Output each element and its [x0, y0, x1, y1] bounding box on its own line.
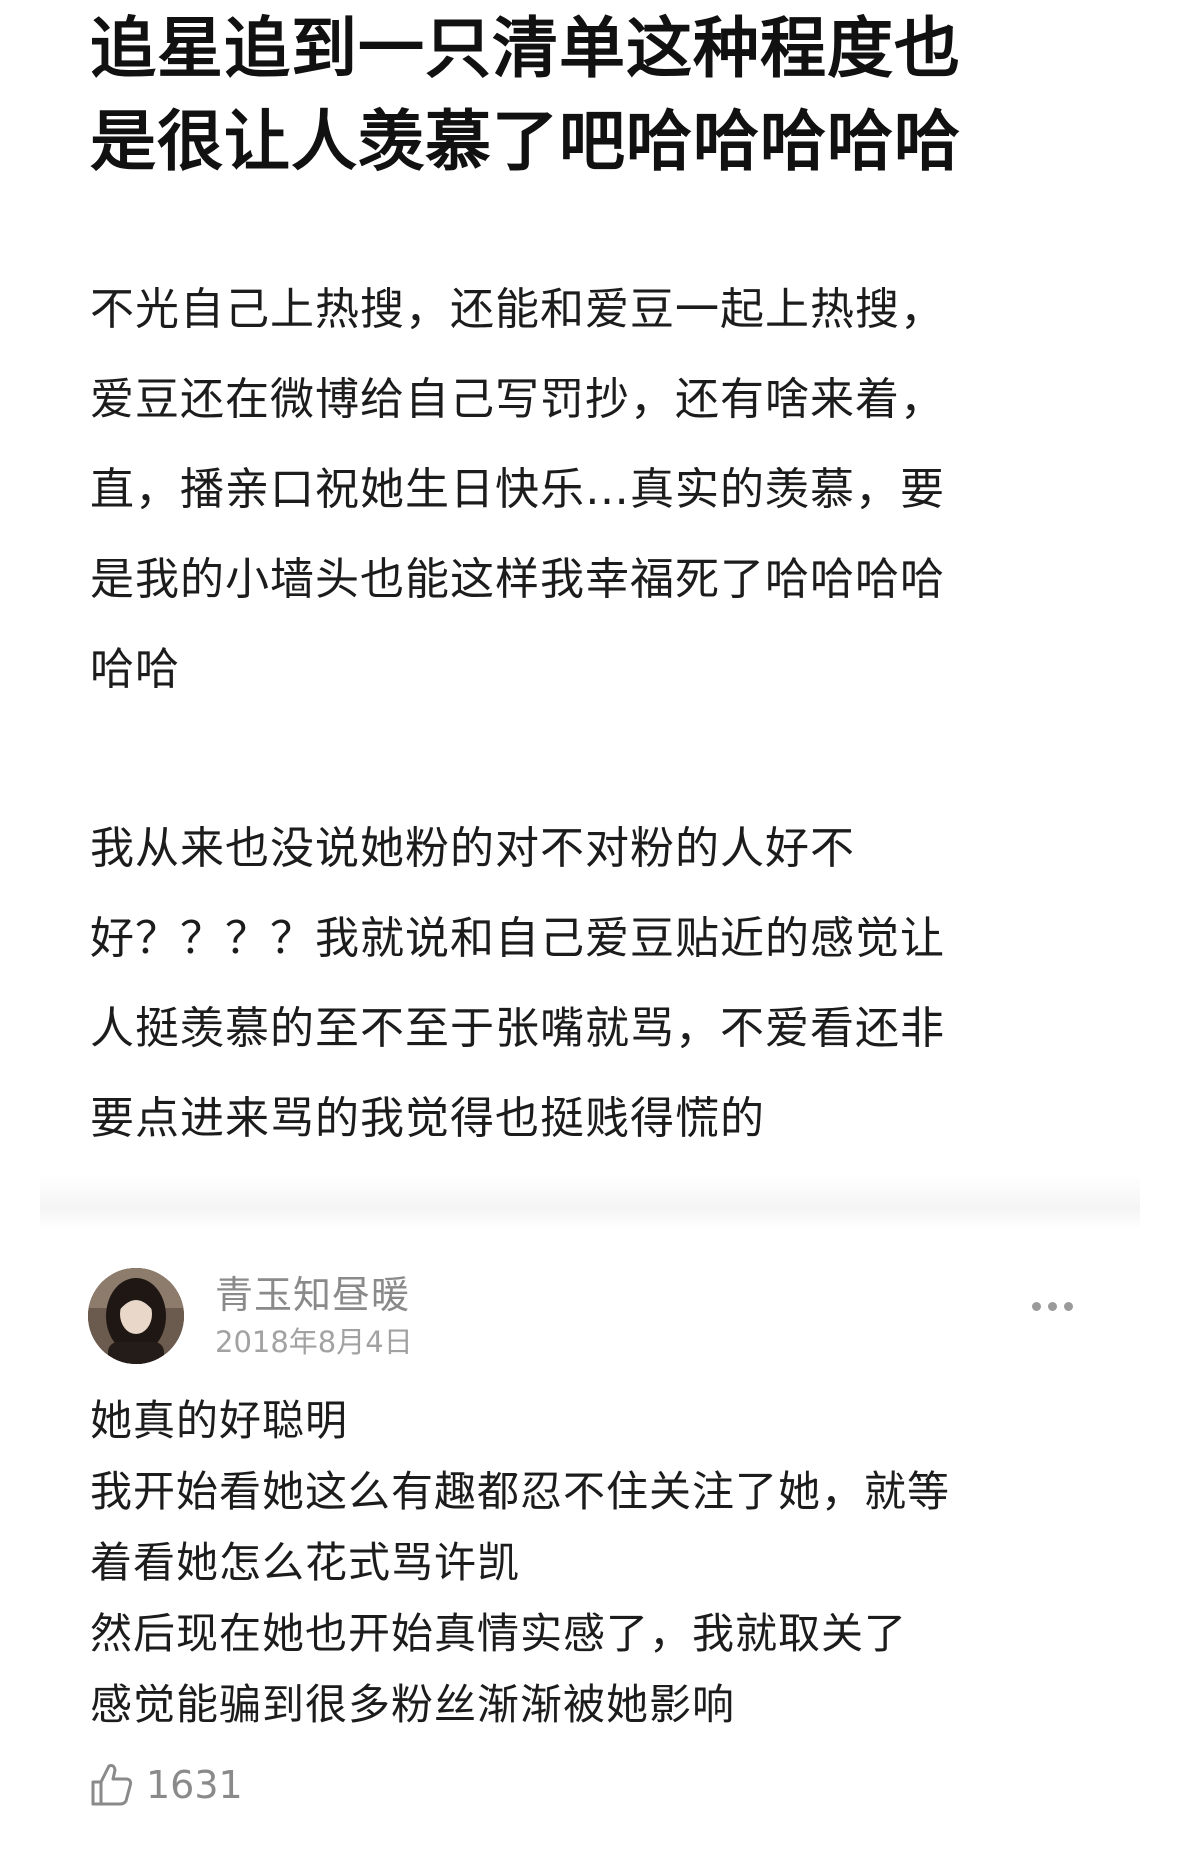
post-title: 追星追到一只清单这种程度也 是很让人羡慕了吧哈哈哈哈哈 [90, 10, 961, 180]
like-count: 1631 [146, 1763, 243, 1807]
post-paragraph-2: 我从来也没说她粉的对不对粉的人好不 好？？？？我就说和自己爱豆贴近的感觉让 人挺… [90, 823, 945, 1144]
commenter-name[interactable]: 青玉知昼暖 [215, 1272, 410, 1318]
post-paragraph-1: 不光自己上热搜，还能和爱豆一起上热搜， 爱豆还在微博给自己写罚抄，还有啥来着， … [90, 284, 945, 695]
thumbs-up-icon [91, 1764, 133, 1806]
like-button[interactable]: 1631 [90, 1760, 243, 1810]
comment-date: 2018年8月4日 [215, 1325, 413, 1359]
comment-text: 她真的好聪明 我开始看她这么有趣都忍不住关注了她，就等 着看她怎么花式骂许凯 然… [90, 1396, 951, 1729]
commenter-avatar[interactable] [88, 1268, 184, 1364]
section-divider [40, 1175, 1140, 1230]
comment-card: 青玉知昼暖 2018年8月4日 她真的好聪明 我开始看她这么有趣都忍不住关注了她… [0, 1260, 1179, 1860]
more-dots-icon[interactable] [1028, 1290, 1078, 1320]
post-page: 追星追到一只清单这种程度也 是很让人羡慕了吧哈哈哈哈哈 不光自己上热搜，还能和爱… [0, 0, 1179, 1869]
